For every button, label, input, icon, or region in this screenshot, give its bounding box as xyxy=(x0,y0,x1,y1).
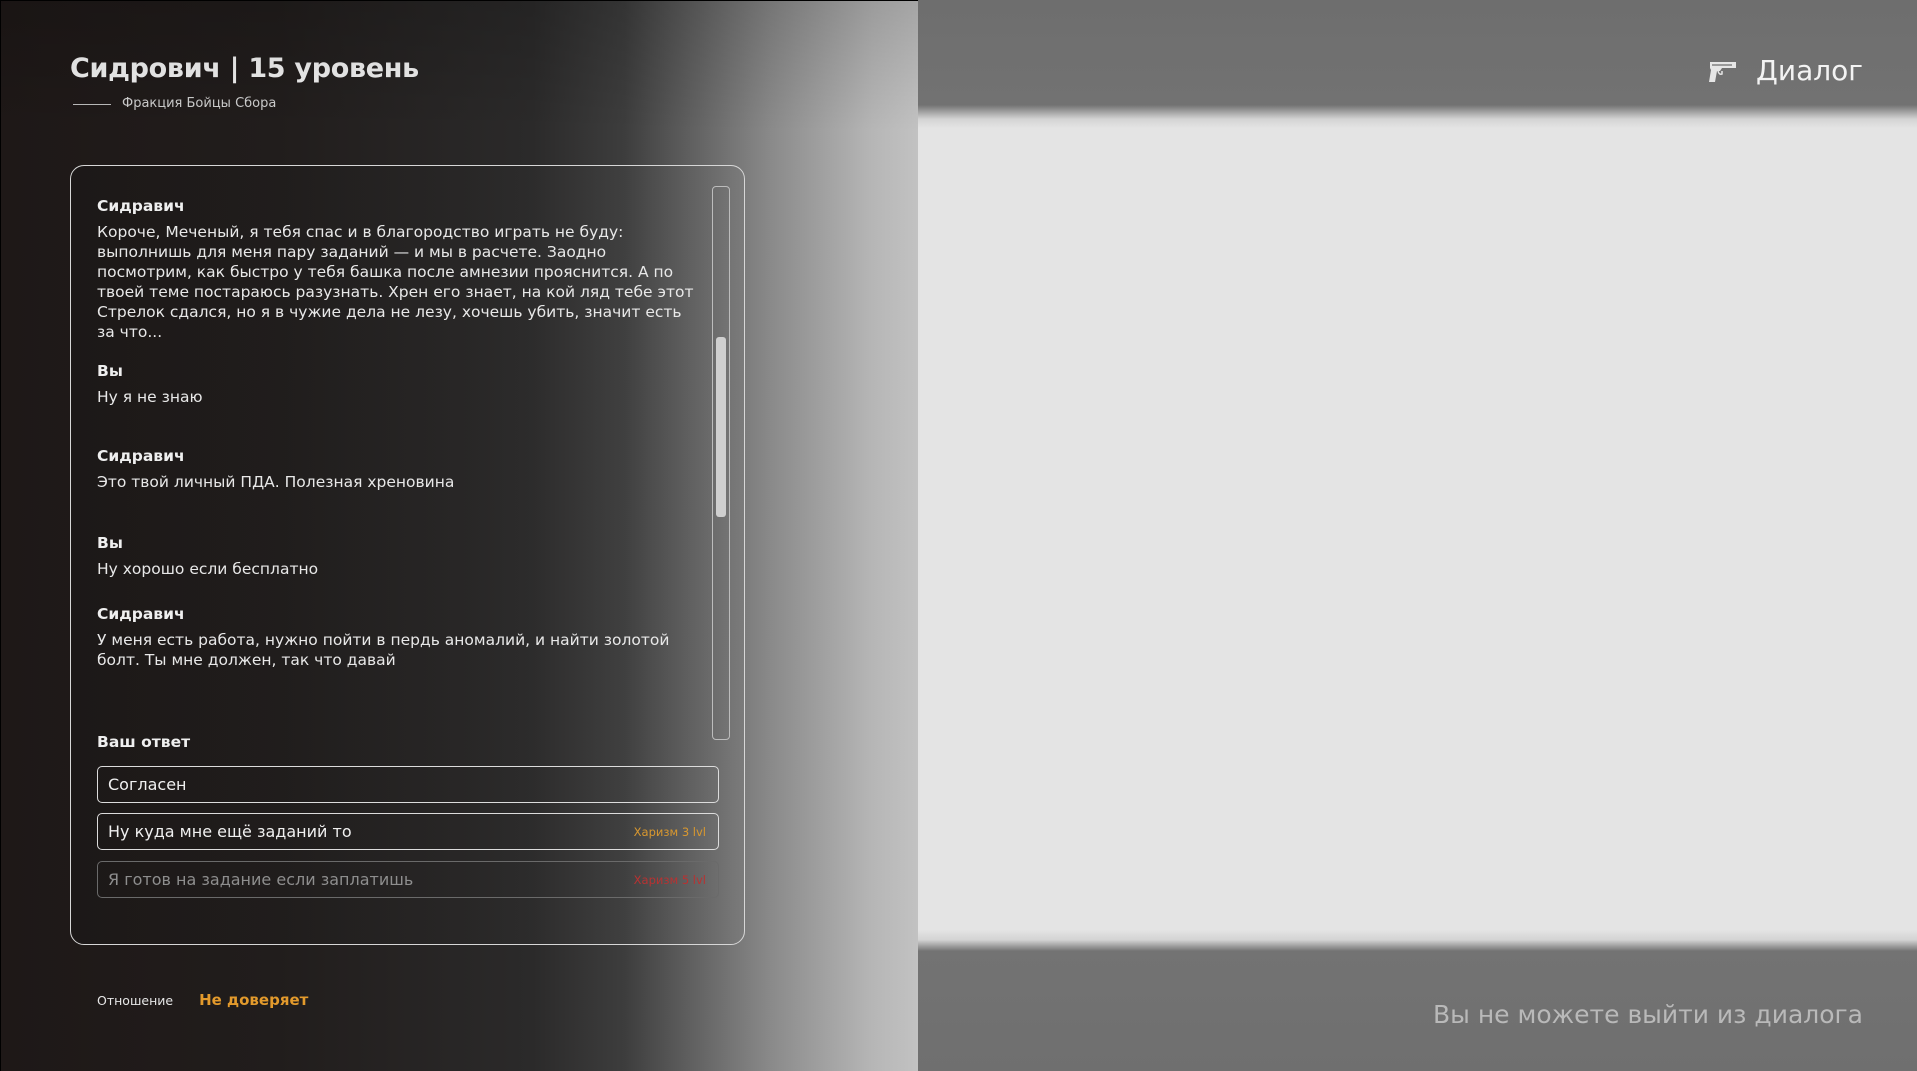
dialog-mode-label: Диалог xyxy=(1756,54,1863,87)
scrollbar-thumb[interactable] xyxy=(716,337,726,517)
npc-title: Сидрович | 15 уровень xyxy=(70,53,419,84)
conversation-card: Сидравич Короче, Меченый, я тебя спас и … xyxy=(70,165,745,945)
reply-option-pay[interactable]: Я готов на задание если заплатишь Харизм… xyxy=(97,861,719,898)
message-item: Вы Ну хорошо если бесплатно xyxy=(97,533,697,579)
reply-option-refuse[interactable]: Ну куда мне ещё заданий то Харизм 3 lvl xyxy=(97,813,719,850)
dialog-mode-header: Диалог xyxy=(1708,54,1863,87)
relation-status: Отношение Не доверяет xyxy=(97,991,308,1009)
reply-option-requirement: Харизм 3 lvl xyxy=(633,824,706,839)
dialog-screen: Сидрович | 15 уровень Фракция Бойцы Сбор… xyxy=(0,0,1917,1071)
npc-faction: Фракция Бойцы Сбора xyxy=(122,96,277,111)
reply-option-text: Согласен xyxy=(108,775,187,794)
message-speaker: Вы xyxy=(97,534,123,552)
message-text: Ну я не знаю xyxy=(97,388,203,406)
message-item: Сидравич У меня есть работа, нужно пойти… xyxy=(97,604,697,670)
reply-option-requirement: Харизм 5 lvl xyxy=(633,872,706,887)
message-speaker: Сидравич xyxy=(97,447,185,465)
reply-option-text: Ну куда мне ещё заданий то xyxy=(108,822,352,841)
dialog-panel: Сидрович | 15 уровень Фракция Бойцы Сбор… xyxy=(0,0,918,1071)
message-speaker: Сидравич xyxy=(97,605,185,623)
message-text: Это твой личный ПДА. Полезная хреновина xyxy=(97,473,455,491)
relation-value: Не доверяет xyxy=(199,991,309,1009)
message-speaker: Сидравич xyxy=(97,197,185,215)
message-text: Ну хорошо если бесплатно xyxy=(97,560,319,578)
message-scrollbar[interactable] xyxy=(712,186,730,740)
pistol-icon xyxy=(1709,61,1737,82)
message-item: Вы Ну я не знаю xyxy=(97,361,697,407)
exit-restriction-note: Вы не можете выйти из диалога xyxy=(1432,1000,1863,1029)
message-item: Сидравич Это твой личный ПДА. Полезная х… xyxy=(97,446,697,492)
message-item: Сидравич Короче, Меченый, я тебя спас и … xyxy=(97,196,697,342)
faction-divider xyxy=(73,104,111,105)
message-text: У меня есть работа, нужно пойти в пердь … xyxy=(97,631,670,669)
relation-label: Отношение xyxy=(97,992,174,1008)
reply-option-text: Я готов на задание если заплатишь xyxy=(108,870,414,889)
message-text: Короче, Меченый, я тебя спас и в благоро… xyxy=(97,223,694,341)
reply-option-agree[interactable]: Согласен xyxy=(97,766,719,803)
message-speaker: Вы xyxy=(97,362,123,380)
reply-label: Ваш ответ xyxy=(97,733,191,751)
